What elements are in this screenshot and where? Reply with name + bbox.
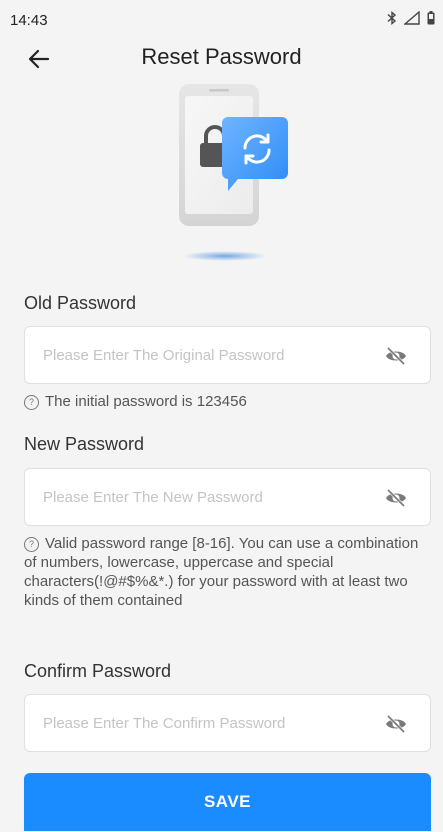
toggle-visibility-button[interactable] [384,712,408,736]
question-circle-icon: ? [24,395,39,410]
status-icons [387,11,435,25]
old-password-input[interactable] [43,327,363,383]
bluetooth-icon [387,11,397,25]
old-password-hint: ? The initial password is 123456 [24,392,247,411]
status-time: 14:43 [10,12,48,29]
phone-lock-sync-icon [165,80,305,265]
status-bar: 14:43 [0,0,443,30]
new-password-label: New Password [24,434,145,454]
save-button[interactable]: SAVE [24,773,431,831]
eye-off-icon [386,488,406,508]
new-password-hint-text: Valid password range [8-16]. You can use… [24,535,419,609]
old-password-hint-text: The initial password is 123456 [45,393,247,410]
eye-off-icon [386,346,406,366]
toggle-visibility-button[interactable] [384,344,408,368]
battery-icon [427,11,435,25]
signal-icon [404,11,420,25]
confirm-password-field[interactable] [24,694,431,752]
page-title: Reset Password [141,44,302,69]
old-password-field[interactable] [24,326,431,384]
question-circle-icon: ? [24,537,39,552]
new-password-input[interactable] [43,469,363,525]
eye-off-icon [386,714,406,734]
confirm-password-input[interactable] [43,695,363,751]
new-password-hint: ? Valid password range [8-16]. You can us… [24,534,424,610]
confirm-password-label: Confirm Password [24,661,172,681]
toggle-visibility-button[interactable] [384,486,408,510]
new-password-field[interactable] [24,468,431,526]
nav-bar: Reset Password [0,38,443,78]
old-password-label: Old Password [24,293,137,313]
